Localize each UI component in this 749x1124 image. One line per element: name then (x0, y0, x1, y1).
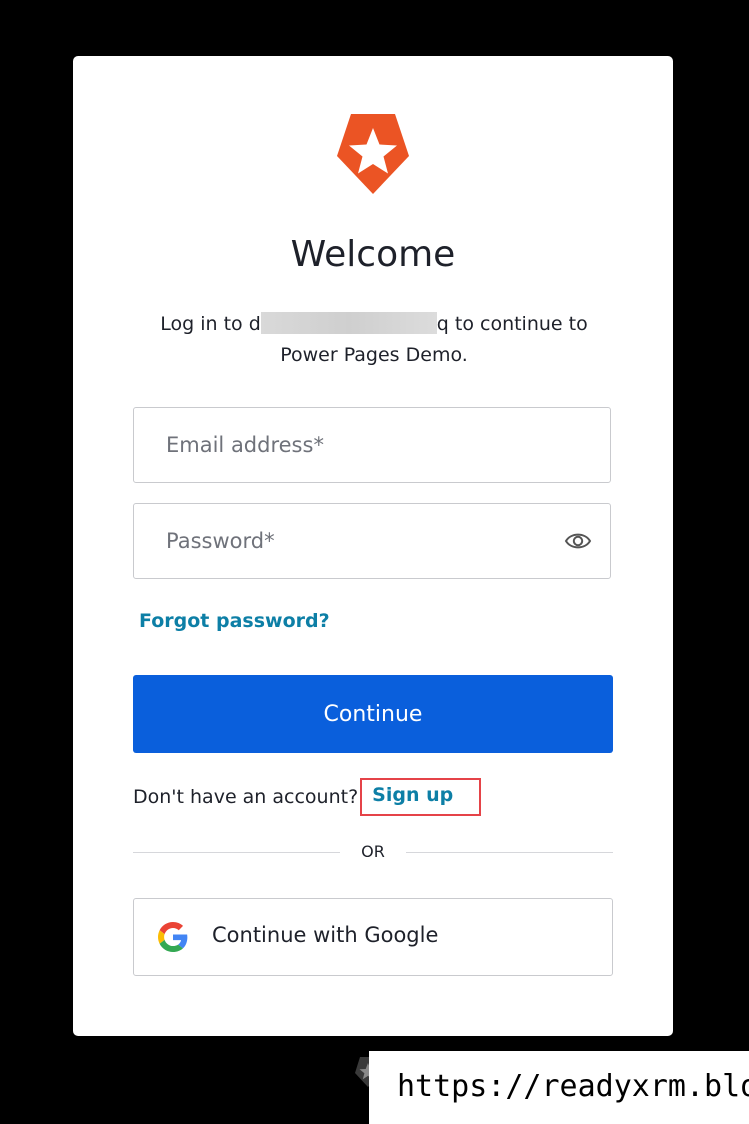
password-field (133, 503, 611, 579)
google-button-label: Continue with Google (212, 923, 439, 947)
signup-prompt: Don't have an account? (133, 786, 359, 808)
login-card: Welcome Log in to dq to continue to Powe… (73, 56, 673, 1036)
auth0-logo-icon (337, 114, 409, 194)
forgot-password-link[interactable]: Forgot password? (139, 610, 330, 632)
signup-highlight: Sign up (360, 778, 482, 816)
divider-line-right (406, 852, 613, 853)
watermark-url: https://readyxrm.blog (397, 1069, 749, 1104)
redacted-tenant-name (260, 312, 437, 334)
signup-link[interactable]: Sign up (372, 784, 453, 806)
subtitle-prefix: Log in to d (160, 313, 261, 335)
divider-or-text: OR (361, 842, 385, 861)
continue-with-google-button[interactable]: Continue with Google (133, 898, 613, 976)
login-subtitle: Log in to dq to continue to Power Pages … (131, 309, 617, 371)
watermark-box: https://readyxrm.blog (369, 1051, 749, 1124)
divider-line-left (133, 852, 340, 853)
google-icon (158, 922, 188, 952)
eye-icon[interactable] (564, 529, 592, 553)
password-input[interactable] (166, 504, 546, 578)
signup-row: Don't have an account? Sign up (133, 778, 482, 818)
continue-button[interactable]: Continue (133, 675, 613, 753)
page-title: Welcome (290, 234, 456, 275)
email-field (133, 407, 611, 483)
email-input[interactable] (166, 408, 546, 482)
